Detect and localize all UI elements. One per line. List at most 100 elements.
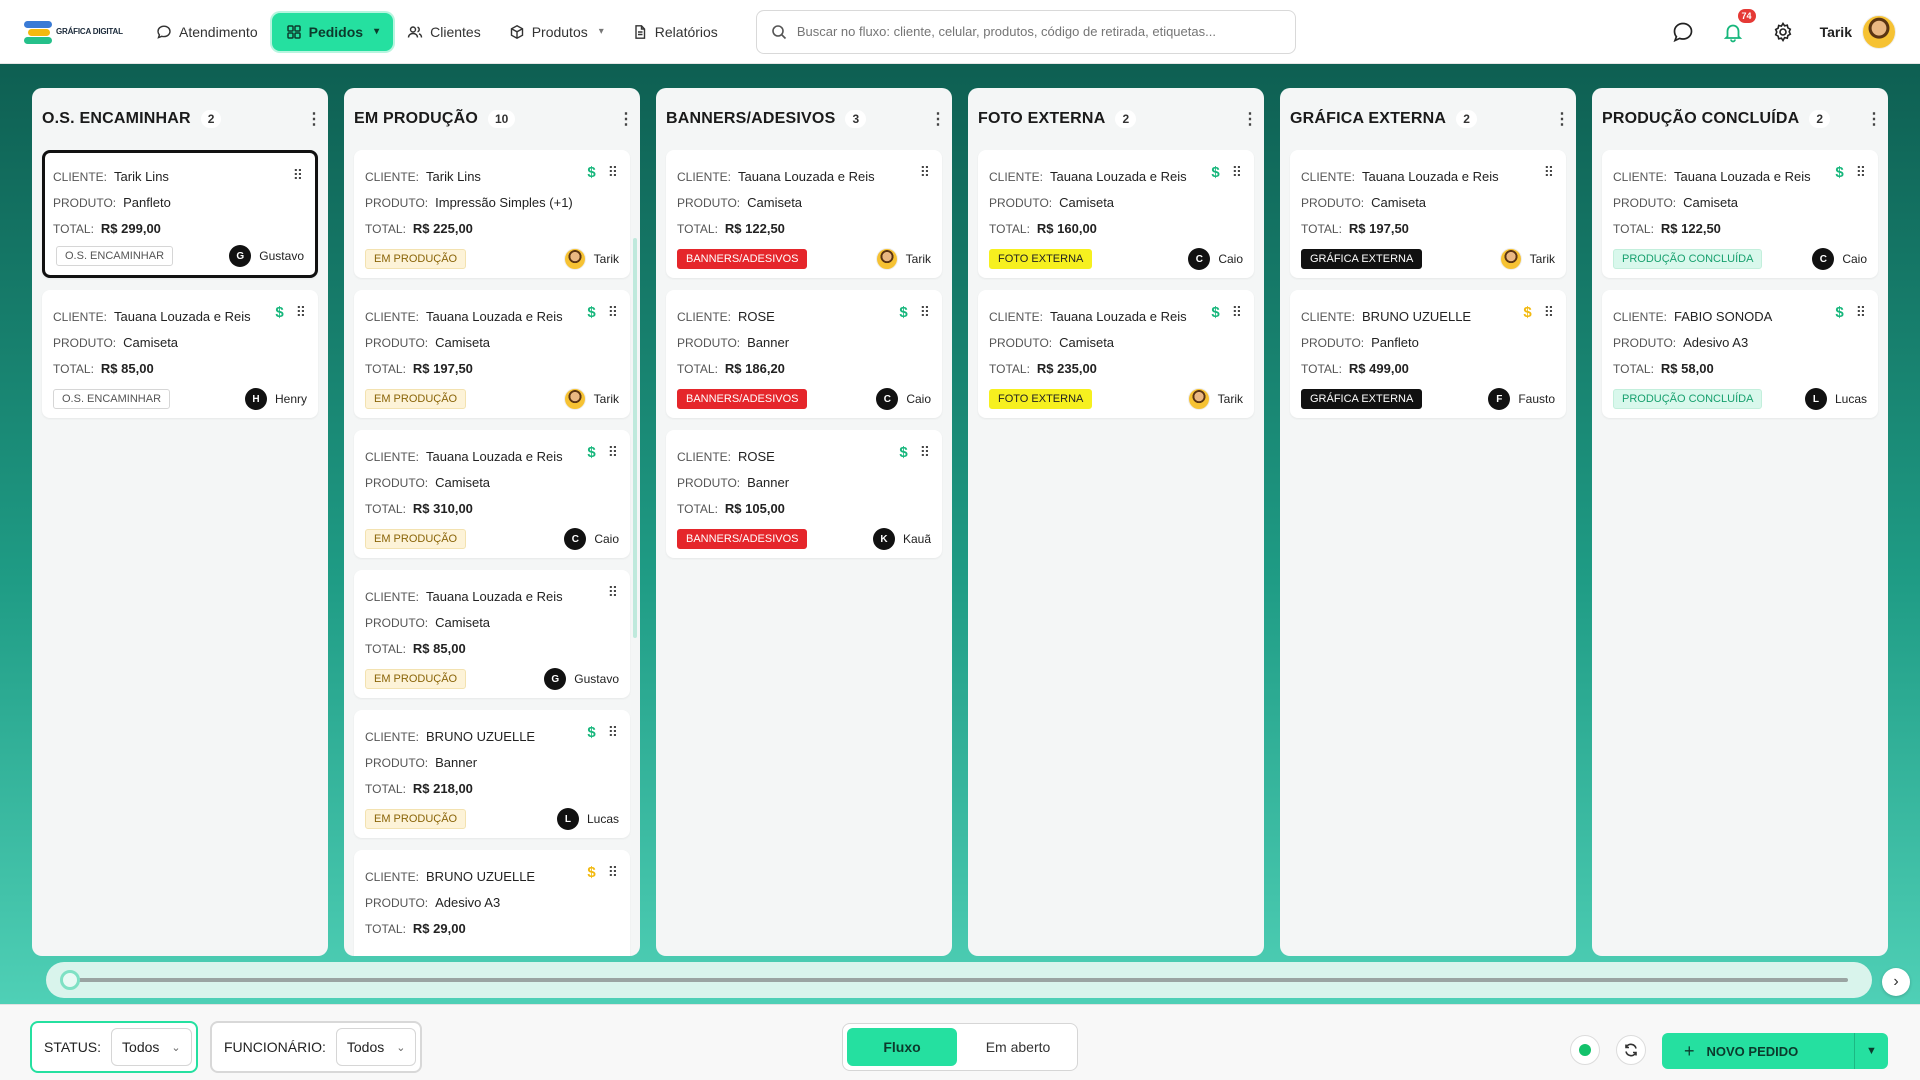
more-vertical-icon[interactable]: ⋮ — [1242, 109, 1258, 129]
total-value: R$ 299,00 — [100, 221, 161, 236]
employee-select[interactable]: Todos ⌄ — [335, 1028, 417, 1066]
avatar — [1499, 248, 1522, 270]
messages-button[interactable] — [1670, 19, 1696, 45]
horizontal-scrollbar[interactable] — [46, 962, 1872, 998]
plus-icon: + — [1684, 1040, 1695, 1061]
scroll-right-button[interactable]: › — [1882, 968, 1910, 996]
online-status-indicator[interactable] — [1570, 1035, 1600, 1065]
status-select[interactable]: Todos ⌄ — [111, 1028, 192, 1066]
drag-handle-icon[interactable]: ⠿ — [608, 584, 618, 601]
nav-produtos[interactable]: Produtos ▾ — [495, 13, 618, 51]
nav-relatorios[interactable]: Relatórios — [618, 13, 732, 51]
payment-dollar-icon[interactable]: $ — [1835, 164, 1843, 181]
nav-clientes[interactable]: Clientes — [393, 13, 495, 51]
search-bar[interactable] — [755, 9, 1296, 54]
order-card[interactable]: $ ⠿ CLIENTE: BRUNO UZUELLE PRODUTO: Panfleto T… — [1290, 290, 1566, 418]
drag-handle-icon[interactable]: ⠿ — [608, 864, 618, 881]
drag-handle-icon[interactable]: ⠿ — [1544, 304, 1554, 321]
card-list: $ ⠿ CLIENTE: Tarik Lins PRODUTO: Impressão Si… — [344, 150, 640, 956]
order-card[interactable]: $ ⠿ CLIENTE: Tauana Louzada e Reis PRODUTO: C… — [978, 290, 1254, 418]
product-name: Adesivo A3 — [435, 895, 501, 910]
product-row: PRODUTO: Banner — [365, 750, 619, 776]
product-name: Banner — [747, 475, 790, 490]
payment-dollar-icon[interactable]: $ — [1835, 304, 1843, 321]
refresh-button[interactable] — [1616, 1035, 1646, 1065]
order-card[interactable]: ⠿ CLIENTE: Tarik Lins PRODUTO: Panfleto TOTAL… — [42, 150, 318, 278]
payment-dollar-icon[interactable]: $ — [899, 444, 907, 461]
drag-handle-icon[interactable]: ⠿ — [1232, 304, 1242, 321]
client-label: CLIENTE: — [1301, 310, 1356, 324]
drag-handle-icon[interactable]: ⠿ — [1544, 164, 1554, 181]
drag-handle-icon[interactable]: ⠿ — [608, 164, 618, 181]
view-fluxo-button[interactable]: Fluxo — [847, 1028, 957, 1066]
order-card[interactable]: $ ⠿ CLIENTE: Tauana Louzada e Reis PRODUTO: C… — [354, 430, 630, 558]
notifications-button[interactable]: 74 — [1720, 8, 1756, 45]
settings-button[interactable] — [1770, 19, 1796, 45]
drag-handle-icon[interactable]: ⠿ — [1232, 164, 1242, 181]
more-vertical-icon[interactable]: ⋮ — [1554, 109, 1570, 129]
client-name: Tauana Louzada e Reis — [738, 169, 875, 184]
order-card[interactable]: ⠿ CLIENTE: Tauana Louzada e Reis PRODUTO: Ca… — [666, 150, 942, 278]
nav-atendimento[interactable]: Atendimento — [142, 13, 272, 51]
payment-dollar-icon[interactable]: $ — [1211, 304, 1219, 321]
new-order-button[interactable]: + NOVO PEDIDO ▼ — [1662, 1033, 1888, 1069]
drag-handle-icon[interactable]: ⠿ — [296, 304, 306, 321]
kanban-column: EM PRODUÇÃO 10 ⋮ $ ⠿ CLIENTE: Tarik Lins PRODUT… — [344, 88, 640, 956]
payment-dollar-icon[interactable]: $ — [899, 304, 907, 321]
payment-dollar-icon[interactable]: $ — [587, 444, 595, 461]
drag-handle-icon[interactable]: ⠿ — [608, 724, 618, 741]
total-label: TOTAL: — [1301, 222, 1342, 236]
app-logo[interactable]: GRÁFICA DIGITAL — [24, 19, 124, 45]
order-card[interactable]: $ ⠿ CLIENTE: Tarik Lins PRODUTO: Impressão Si… — [354, 150, 630, 278]
order-card[interactable]: $ ⠿ CLIENTE: ROSE PRODUTO: Banner TOTAL: R$ 105… — [666, 430, 942, 558]
chevron-down-icon: ⌄ — [396, 1041, 406, 1054]
drag-handle-icon[interactable]: ⠿ — [920, 444, 930, 461]
payment-dollar-icon[interactable]: $ — [1523, 304, 1531, 321]
order-card[interactable]: $ ⠿ CLIENTE: BRUNO UZUELLE PRODUTO: Adesivo A… — [354, 850, 630, 956]
drag-handle-icon[interactable]: ⠿ — [608, 444, 618, 461]
user-menu[interactable]: Tarik — [1820, 14, 1896, 49]
order-card[interactable]: $ ⠿ CLIENTE: Tauana Louzada e Reis PRODUTO: C… — [978, 150, 1254, 278]
drag-handle-icon[interactable]: ⠿ — [293, 167, 303, 184]
drag-handle-icon[interactable]: ⠿ — [1856, 304, 1866, 321]
drag-handle-icon[interactable]: ⠿ — [608, 304, 618, 321]
drag-handle-icon[interactable]: ⠿ — [920, 164, 930, 181]
payment-dollar-icon[interactable]: $ — [587, 724, 595, 741]
drag-handle-icon[interactable]: ⠿ — [920, 304, 930, 321]
client-row: CLIENTE: Tauana Louzada e Reis — [53, 304, 307, 330]
nav-pedidos[interactable]: Pedidos ▾ — [271, 12, 394, 51]
payment-dollar-icon[interactable]: $ — [587, 304, 595, 321]
avatar: F — [1488, 388, 1511, 410]
new-order-dropdown[interactable]: ▼ — [1854, 1033, 1888, 1069]
payment-dollar-icon[interactable]: $ — [587, 864, 595, 881]
order-card[interactable]: $ ⠿ CLIENTE: BRUNO UZUELLE PRODUTO: Banner TOT… — [354, 710, 630, 838]
scrollbar-thumb[interactable] — [60, 970, 80, 990]
card-list: ⠿ CLIENTE: Tauana Louzada e Reis PRODUTO: Ca… — [1280, 150, 1576, 418]
payment-dollar-icon[interactable]: $ — [1211, 164, 1219, 181]
status-badge: GRÁFICA EXTERNA — [1301, 389, 1423, 409]
order-card[interactable]: $ ⠿ CLIENTE: FABIO SONODA PRODUTO: Adesivo A3… — [1602, 290, 1878, 418]
order-card[interactable]: ⠿ CLIENTE: Tauana Louzada e Reis PRODUTO: Ca… — [1290, 150, 1566, 278]
new-order-main[interactable]: + NOVO PEDIDO — [1662, 1041, 1854, 1062]
card-footer: BANNERS/ADESIVOS C Caio — [677, 388, 931, 410]
order-card[interactable]: $ ⠿ CLIENTE: Tauana Louzada e Reis PRODUTO: C… — [1602, 150, 1878, 278]
payment-dollar-icon[interactable]: $ — [275, 304, 283, 321]
client-label: CLIENTE: — [677, 310, 732, 324]
product-name: Camiseta — [1059, 335, 1115, 350]
column-scrollbar[interactable] — [633, 238, 637, 638]
more-vertical-icon[interactable]: ⋮ — [618, 109, 634, 129]
more-vertical-icon[interactable]: ⋮ — [1866, 109, 1882, 129]
more-vertical-icon[interactable]: ⋮ — [306, 109, 322, 129]
more-vertical-icon[interactable]: ⋮ — [930, 109, 946, 129]
order-card[interactable]: ⠿ CLIENTE: Tauana Louzada e Reis PRODUTO: Ca… — [354, 570, 630, 698]
payment-dollar-icon[interactable]: $ — [587, 164, 595, 181]
order-card[interactable]: $ ⠿ CLIENTE: Tauana Louzada e Reis PRODUTO: C… — [354, 290, 630, 418]
order-card[interactable]: $ ⠿ CLIENTE: ROSE PRODUTO: Banner TOTAL: R$ 186… — [666, 290, 942, 418]
order-card[interactable]: $ ⠿ CLIENTE: Tauana Louzada e Reis PRODUTO: C… — [42, 290, 318, 418]
search-input[interactable] — [796, 24, 1281, 39]
view-em-aberto-button[interactable]: Em aberto — [963, 1028, 1073, 1066]
column-title: BANNERS/ADESIVOS — [666, 110, 836, 127]
drag-handle-icon[interactable]: ⠿ — [1856, 164, 1866, 181]
avatar: L — [556, 808, 579, 830]
avatar — [563, 388, 586, 410]
